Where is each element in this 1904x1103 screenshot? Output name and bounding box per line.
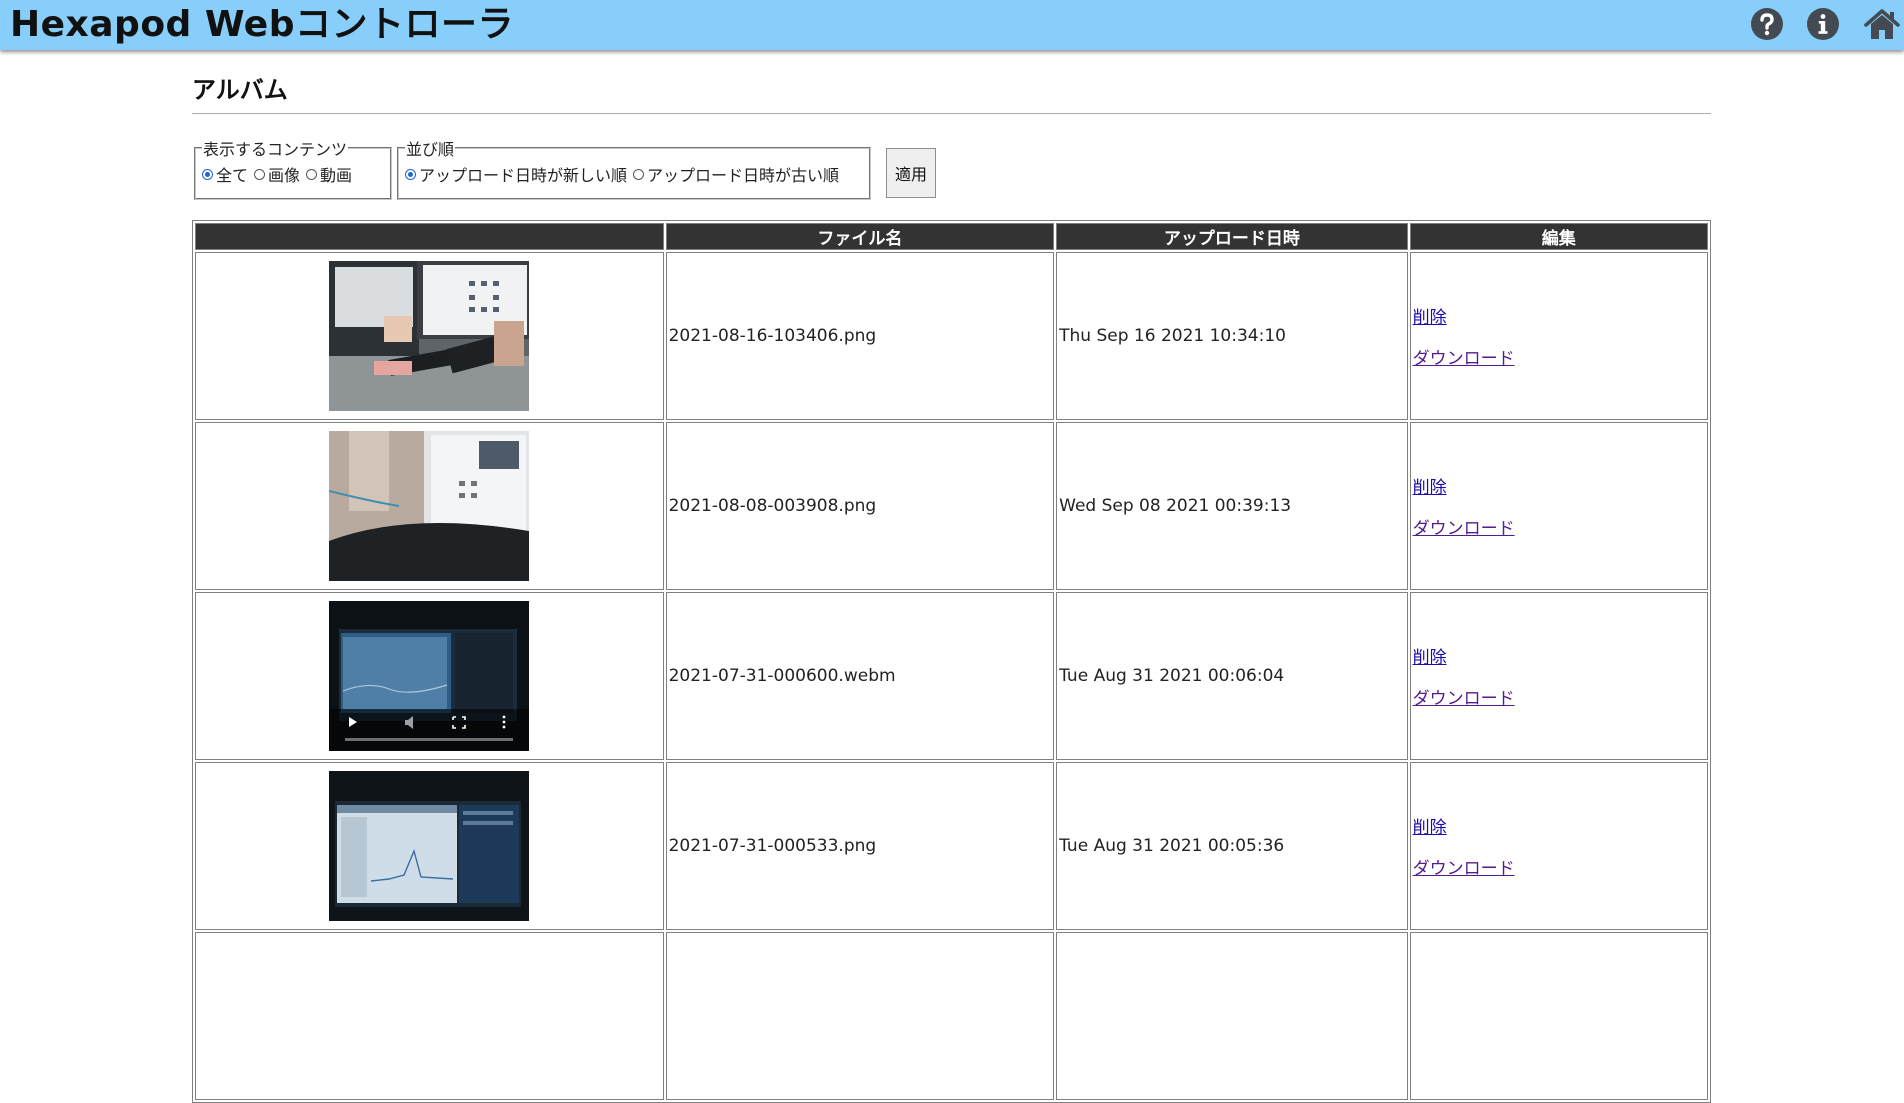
- thumbnail-cell: [195, 932, 664, 1100]
- question-circle-icon[interactable]: [1750, 7, 1784, 41]
- upload-date-cell: Tue Aug 31 2021 00:05:36: [1056, 762, 1408, 930]
- table-row: 2021-07-31-000600.webm Tue Aug 31 2021 0…: [195, 592, 1708, 760]
- filename-cell: [665, 932, 1055, 1100]
- thumbnail-cell: [195, 592, 664, 760]
- filename-cell: 2021-08-16-103406.png: [665, 252, 1055, 420]
- upload-date-cell: Thu Sep 16 2021 10:34:10: [1056, 252, 1408, 420]
- column-header-edit: 編集: [1409, 223, 1708, 250]
- delete-link[interactable]: 削除: [1413, 473, 1705, 498]
- download-link[interactable]: ダウンロード: [1413, 344, 1705, 369]
- radio-button-video[interactable]: [306, 168, 318, 180]
- delete-link[interactable]: 削除: [1413, 813, 1705, 838]
- thumbnail-image[interactable]: [329, 261, 530, 411]
- upload-date-cell: [1056, 932, 1408, 1100]
- filename-cell: 2021-07-31-000533.png: [665, 762, 1055, 930]
- thumbnail-image[interactable]: [329, 431, 530, 581]
- radio-button-newest[interactable]: [405, 168, 416, 180]
- delete-link[interactable]: 削除: [1413, 643, 1705, 668]
- content-option-all-label: 全て: [216, 166, 249, 185]
- content-option-video-label: 動画: [320, 166, 353, 185]
- filename-cell: 2021-08-08-003908.png: [665, 422, 1055, 590]
- page-title: アルバム: [192, 76, 288, 104]
- more-options-icon: [502, 715, 506, 729]
- filename-cell: 2021-07-31-000600.webm: [665, 592, 1055, 760]
- column-header-filename: ファイル名: [665, 223, 1055, 250]
- sort-order-options: アップロード日時が新しい順 アップロード日時が古い順: [405, 162, 863, 186]
- thumbnail-cell: [195, 252, 664, 420]
- thumbnail-image[interactable]: [329, 771, 530, 921]
- sort-option-oldest-label: アップロード日時が古い順: [647, 166, 840, 185]
- sort-option-newest[interactable]: アップロード日時が新しい順: [405, 162, 627, 186]
- radio-button-oldest[interactable]: [633, 168, 645, 180]
- content-option-all[interactable]: 全て: [202, 162, 248, 186]
- download-link[interactable]: ダウンロード: [1413, 854, 1705, 879]
- download-link[interactable]: ダウンロード: [1413, 684, 1705, 709]
- content-option-image-label: 画像: [268, 166, 301, 185]
- app-title: Hexapod Webコントローラ: [10, 4, 514, 45]
- edit-cell: [1409, 932, 1708, 1100]
- sort-option-newest-label: アップロード日時が新しい順: [419, 166, 628, 185]
- content-option-image[interactable]: 画像: [254, 162, 300, 186]
- album-table: ファイル名 アップロード日時 編集 2021-08-16-103406.png …: [192, 220, 1711, 1103]
- edit-cell: 削除 ダウンロード: [1409, 252, 1708, 420]
- thumbnail-cell: [195, 762, 664, 930]
- sort-option-oldest[interactable]: アップロード日時が古い順: [633, 162, 839, 186]
- edit-cell: 削除 ダウンロード: [1409, 422, 1708, 590]
- content-filter-group: 表示するコンテンツ 全て 画像 動画: [194, 136, 392, 200]
- table-row: 2021-08-16-103406.png Thu Sep 16 2021 10…: [195, 252, 1708, 420]
- edit-cell: 削除 ダウンロード: [1409, 762, 1708, 930]
- content-filter-legend: 表示するコンテンツ: [203, 140, 348, 159]
- home-icon[interactable]: [1864, 7, 1900, 41]
- edit-cell: 削除 ダウンロード: [1409, 592, 1708, 760]
- upload-date-cell: Tue Aug 31 2021 00:06:04: [1056, 592, 1408, 760]
- top-bar: Hexapod Webコントローラ: [0, 0, 1904, 50]
- column-header-thumbnail: [195, 223, 664, 250]
- radio-button-all[interactable]: [202, 168, 213, 180]
- table-row: 2021-08-08-003908.png Wed Sep 08 2021 00…: [195, 422, 1708, 590]
- info-circle-icon[interactable]: [1806, 7, 1840, 41]
- sort-order-legend: 並び順: [406, 140, 455, 159]
- download-link[interactable]: ダウンロード: [1413, 514, 1705, 539]
- content-option-video[interactable]: 動画: [306, 162, 352, 186]
- upload-date-cell: Wed Sep 08 2021 00:39:13: [1056, 422, 1408, 590]
- table-row: [195, 932, 1708, 1100]
- video-player[interactable]: [329, 601, 530, 751]
- column-header-upload-date: アップロード日時: [1056, 223, 1408, 250]
- table-header-row: ファイル名 アップロード日時 編集: [195, 223, 1708, 250]
- thumbnail-cell: [195, 422, 664, 590]
- radio-button-image[interactable]: [254, 168, 266, 180]
- apply-button[interactable]: 適用: [886, 148, 936, 198]
- heading-divider: [192, 113, 1711, 114]
- sort-order-group: 並び順 アップロード日時が新しい順 アップロード日時が古い順: [397, 136, 871, 200]
- table-row: 2021-07-31-000533.png Tue Aug 31 2021 00…: [195, 762, 1708, 930]
- delete-link[interactable]: 削除: [1413, 303, 1705, 328]
- content-filter-options: 全て 画像 動画: [202, 162, 384, 186]
